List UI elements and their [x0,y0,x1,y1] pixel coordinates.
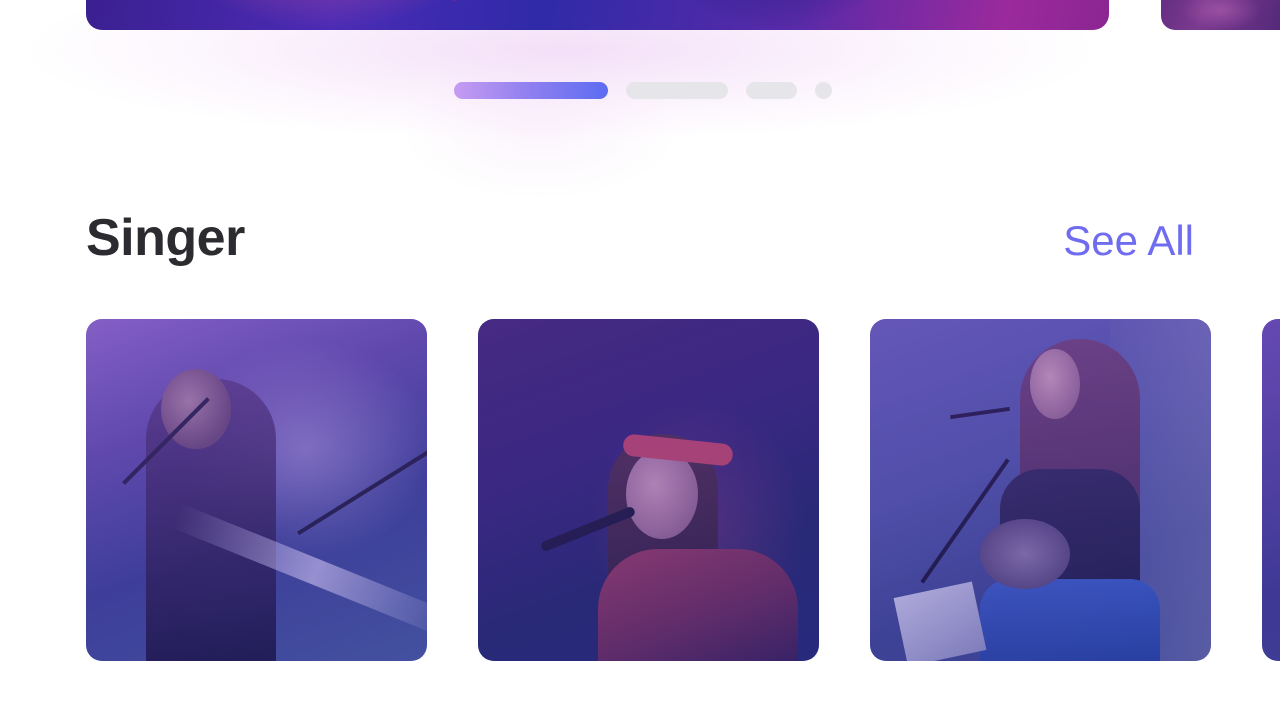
singer-card[interactable] [478,319,819,661]
carousel-banner-active[interactable] [86,0,1109,30]
singer-card[interactable] [1262,319,1280,661]
carousel-banner-next[interactable] [1161,0,1280,30]
carousel-indicator-3[interactable] [746,82,797,99]
singer-photo-overlay [478,319,819,661]
section-title: Singer [86,209,245,267]
carousel-indicator-2[interactable] [626,82,728,99]
singer-list [86,319,1280,661]
see-all-link[interactable]: See All [1063,214,1194,268]
banner-shadow-secondary [400,60,680,200]
singer-card[interactable] [870,319,1211,661]
singer-photo-overlay [870,319,1211,661]
singer-screen: Singer See All [0,0,1280,720]
banner-image-detail [1181,0,1261,30]
singer-photo-overlay [1262,319,1280,661]
banner-image-shade [646,0,906,30]
carousel-indicator-4[interactable] [815,82,832,99]
banner-image-shade [176,0,476,30]
singer-photo-overlay [86,319,427,661]
singer-card[interactable] [86,319,427,661]
carousel-indicator-1[interactable] [454,82,608,99]
carousel-pagination [454,82,832,99]
